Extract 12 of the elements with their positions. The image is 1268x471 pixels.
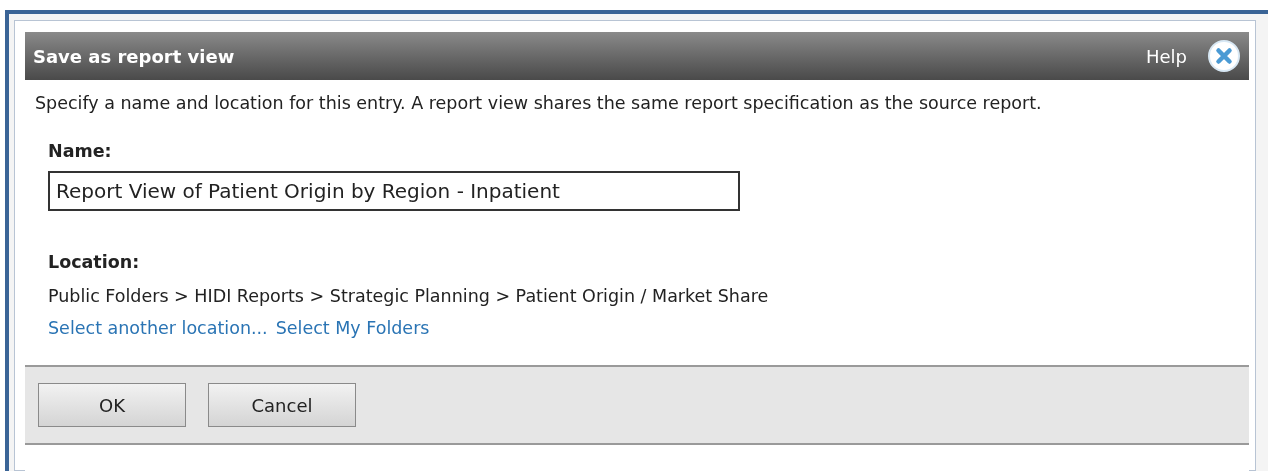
name-input[interactable]: Report View of Patient Origin by Region - Inpatient	[48, 170, 740, 211]
name-label: Name:	[48, 140, 113, 164]
location-label: Location:	[48, 250, 141, 274]
location-link[interactable]: Select another location...	[48, 315, 268, 342]
location-link[interactable]: Select My Folders	[275, 315, 430, 342]
location-path: Public Folders > HIDI Reports > Strategic Planning > Patient Origin / Market Share	[48, 284, 770, 308]
dialog-button[interactable]: Cancel	[208, 383, 356, 428]
dialog-button[interactable]: OK	[38, 383, 186, 428]
dialog-title: Save as report view	[33, 44, 236, 69]
description-text: Specify a name and location for this entry. A report view shares the same report specification as the source report.	[34, 92, 1043, 115]
close-icon[interactable]	[1207, 39, 1241, 73]
help-link[interactable]: Help	[1145, 42, 1187, 70]
